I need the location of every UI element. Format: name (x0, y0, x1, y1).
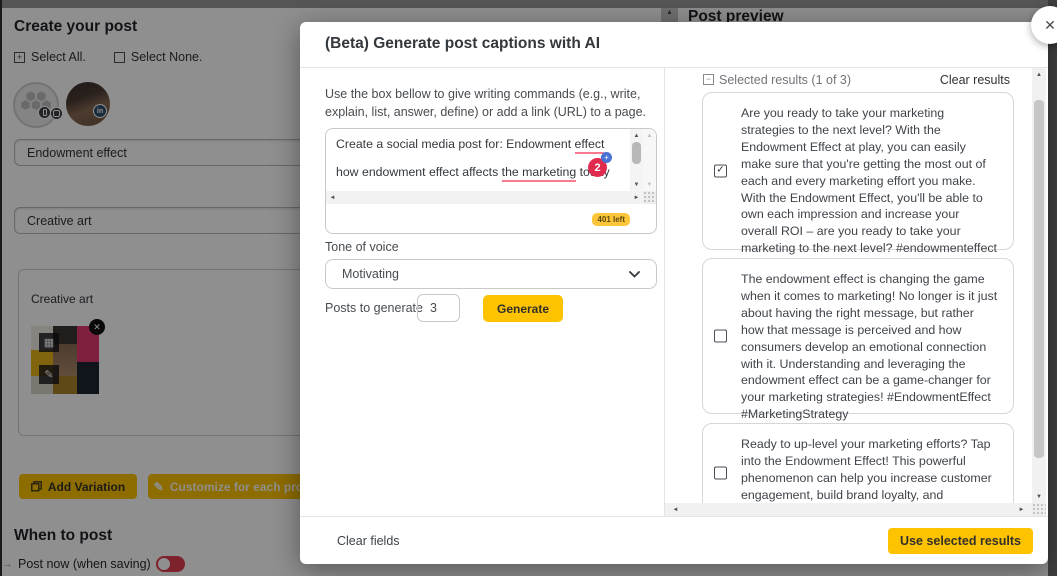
resize-grip[interactable] (643, 191, 656, 204)
result-checkbox[interactable] (714, 330, 727, 343)
generate-button[interactable]: Generate (483, 295, 563, 322)
scroll-down-icon[interactable]: ▼ (630, 178, 643, 191)
command-line1: Create a social media post for: Endowmen… (336, 137, 575, 151)
tone-of-voice-select[interactable]: Motivating (325, 259, 657, 289)
scroll-down-icon: ▼ (643, 178, 656, 191)
results-vertical-scrollbar[interactable]: ▲ ▼ (1032, 68, 1046, 503)
scroll-up-icon[interactable]: ▲ (1032, 68, 1046, 81)
footer-divider (300, 516, 1048, 517)
scroll-right-icon[interactable]: ► (630, 191, 643, 204)
ai-captions-modal: (Beta) Generate post captions with AI Us… (300, 22, 1048, 564)
modal-title: (Beta) Generate post captions with AI (325, 35, 600, 53)
outer-vertical-scrollbar[interactable]: ▲ ▼ (643, 129, 656, 191)
result-card[interactable]: Are you ready to take your marketing str… (702, 92, 1014, 250)
scroll-up-icon[interactable]: ▲ (630, 129, 643, 142)
chars-left-badge: 401 left (592, 213, 630, 226)
spellcheck-phrase: the marketing (502, 165, 577, 182)
clear-fields-link[interactable]: Clear fields (337, 534, 400, 548)
result-text: The endowment effect is changing the gam… (741, 272, 997, 421)
chevron-down-icon (629, 271, 640, 278)
result-card[interactable]: The endowment effect is changing the gam… (702, 258, 1014, 414)
posts-to-generate-label: Posts to generate (325, 301, 423, 315)
results-list: Are you ready to take your marketing str… (665, 68, 1032, 503)
scroll-left-icon[interactable]: ◄ (669, 503, 682, 516)
result-checkbox[interactable] (714, 467, 727, 480)
resize-grip (1032, 503, 1046, 516)
textarea-vertical-scrollbar[interactable]: ▲ ▼ (630, 129, 643, 191)
close-icon: ✕ (1044, 17, 1056, 34)
result-text: Ready to up-level your marketing efforts… (741, 437, 992, 503)
result-card[interactable]: Ready to up-level your marketing efforts… (702, 423, 1014, 503)
tone-of-voice-value: Motivating (342, 267, 399, 281)
result-text: Are you ready to take your marketing str… (741, 106, 997, 272)
scroll-right-icon[interactable]: ► (1015, 503, 1028, 516)
tone-of-voice-label: Tone of voice (325, 240, 399, 254)
scroll-down-icon[interactable]: ▼ (1032, 490, 1046, 503)
command-textarea[interactable]: Create a social media post for: Endowmen… (325, 128, 657, 234)
instructions-text: Use the box bellow to give writing comma… (325, 86, 659, 122)
scrollbar-thumb[interactable] (632, 142, 641, 164)
result-checkbox[interactable] (714, 165, 727, 178)
posts-to-generate-value: 3 (430, 301, 437, 315)
scrollbar-thumb[interactable] (1034, 100, 1044, 458)
scroll-left-icon[interactable]: ◄ (326, 191, 339, 204)
textarea-horizontal-scrollbar[interactable]: ◄ ► (326, 191, 643, 204)
posts-to-generate-input[interactable]: 3 (417, 294, 460, 322)
results-horizontal-scrollbar[interactable]: ◄ ► (665, 503, 1032, 516)
scroll-up-icon: ▲ (643, 129, 656, 142)
grammarly-plus-icon: + (601, 152, 612, 163)
spellcheck-word: effect (575, 137, 605, 154)
command-line2: how endowment effect affects (336, 165, 502, 179)
use-selected-results-button[interactable]: Use selected results (888, 528, 1033, 554)
